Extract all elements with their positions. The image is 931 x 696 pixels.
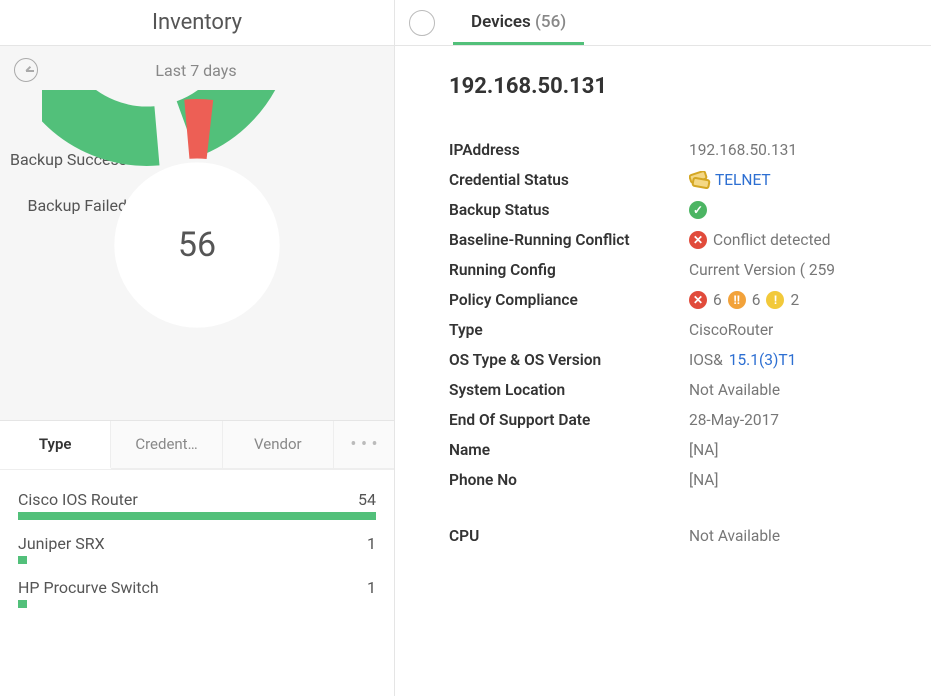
kv-key: Backup Status: [449, 201, 689, 219]
bar-fill: [18, 556, 27, 564]
kv-value: [NA]: [689, 471, 931, 489]
donut-panel: Last 7 days Backup Success Backup Failed…: [0, 46, 394, 420]
keys-icon: [689, 172, 709, 188]
kv-key: Type: [449, 321, 689, 339]
kv-value: Not Available: [689, 381, 931, 399]
bar-fill: [18, 512, 376, 520]
error-icon: ✕: [689, 291, 707, 309]
type-tabs: Type Credent… Vendor • • •: [0, 420, 394, 469]
tab-more-icon[interactable]: • • •: [334, 421, 394, 469]
kv-value[interactable]: Current Version ( 259: [689, 261, 931, 279]
clock-icon: [14, 58, 38, 82]
kv-value: 192.168.50.131: [689, 141, 931, 159]
check-icon: ✓: [689, 201, 707, 219]
type-list: Cisco IOS Router 54 Juniper SRX 1 HP Pro…: [0, 469, 394, 630]
list-item[interactable]: Cisco IOS Router 54: [18, 490, 376, 520]
tab-credentials[interactable]: Credent…: [111, 421, 222, 469]
kv-value: ✕ Conflict detected: [689, 231, 931, 249]
list-item[interactable]: Juniper SRX 1: [18, 534, 376, 564]
detail-title: 192.168.50.131: [449, 74, 931, 99]
kv-key: IPAddress: [449, 141, 689, 159]
kv-value: 28-May-2017: [689, 411, 931, 429]
donut-total: 56: [42, 90, 352, 400]
credential-link[interactable]: TELNET: [715, 171, 771, 189]
device-detail: 192.168.50.131 IPAddress 192.168.50.131 …: [395, 46, 931, 567]
kv-value: [NA]: [689, 441, 931, 459]
os-version-link[interactable]: 15.1(3)T1: [729, 351, 797, 369]
kv-key: Phone No: [449, 471, 689, 489]
period-label[interactable]: Last 7 days: [38, 61, 354, 80]
policy-red-count: 6: [713, 291, 722, 309]
type-label: HP Procurve Switch: [18, 578, 159, 597]
devices-count: (56): [535, 12, 566, 32]
kv-key: Policy Compliance: [449, 291, 689, 309]
type-label: Cisco IOS Router: [18, 490, 138, 509]
policy-yellow-count: 2: [790, 291, 799, 309]
kv-key: End Of Support Date: [449, 411, 689, 429]
kv-value: TELNET: [689, 171, 931, 189]
kv-value: IOS& 15.1(3)T1: [689, 351, 931, 369]
warning-icon: !!: [728, 291, 746, 309]
tab-type[interactable]: Type: [0, 421, 111, 469]
type-label: Juniper SRX: [18, 534, 105, 553]
list-item[interactable]: HP Procurve Switch 1: [18, 578, 376, 608]
kv-key: Name: [449, 441, 689, 459]
inventory-title: Inventory: [0, 0, 394, 46]
tab-devices[interactable]: Devices (56): [453, 0, 584, 45]
conflict-text: Conflict detected: [713, 231, 830, 249]
kv-value: Not Available: [689, 527, 931, 545]
kv-key: OS Type & OS Version: [449, 351, 689, 369]
bar-fill: [18, 600, 27, 608]
kv-value: ✕ 6 !! 6 ! 2: [689, 291, 931, 309]
kv-key: Credential Status: [449, 171, 689, 189]
type-count: 1: [367, 578, 376, 597]
devices-tab-row: Devices (56): [395, 0, 931, 46]
type-count: 1: [367, 534, 376, 553]
caution-icon: !: [766, 291, 784, 309]
kv-key: System Location: [449, 381, 689, 399]
kv-value: CiscoRouter: [689, 321, 931, 339]
kv-key: Running Config: [449, 261, 689, 279]
kv-key: Baseline-Running Conflict: [449, 231, 689, 249]
donut-chart[interactable]: 56: [42, 90, 352, 400]
kv-key: CPU: [449, 527, 689, 545]
select-all-checkbox[interactable]: [409, 10, 435, 36]
error-icon: ✕: [689, 231, 707, 249]
devices-label: Devices: [471, 12, 531, 32]
kv-value: ✓: [689, 201, 931, 219]
type-count: 54: [358, 490, 376, 509]
policy-orange-count: 6: [752, 291, 761, 309]
tab-vendor[interactable]: Vendor: [223, 421, 334, 469]
os-prefix: IOS&: [689, 351, 723, 369]
